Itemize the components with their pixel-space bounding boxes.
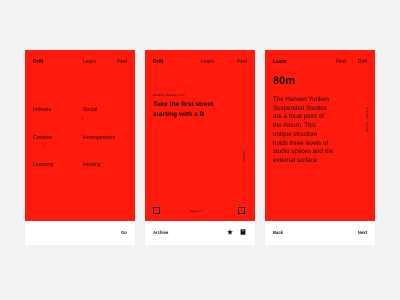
- direction-side-label: SOUTH: [242, 151, 245, 162]
- map-icon[interactable]: [240, 229, 246, 236]
- nav-find[interactable]: Find: [117, 59, 127, 65]
- screen-direction: Drift Learn Find Building | 30 Mins | 2 …: [145, 50, 255, 245]
- topic-learning[interactable]: Learning: [33, 162, 53, 168]
- description-line: external surface: [273, 156, 318, 164]
- footer-bar: Go: [25, 221, 135, 245]
- description-line: The Hansen Yunken: [273, 96, 329, 103]
- archive-button[interactable]: Archive: [153, 230, 168, 235]
- nav-learn[interactable]: Learn: [83, 59, 96, 65]
- location-side-label: ATRIUM · FLOOR: [365, 107, 368, 133]
- go-button[interactable]: Go: [121, 230, 127, 235]
- marker-dot: [82, 118, 84, 120]
- distance-value: 80m: [273, 75, 296, 87]
- description-line: unique structure: [273, 130, 318, 138]
- next-step-button[interactable]: ›: [238, 207, 245, 214]
- chevron-right-icon: ›: [240, 208, 243, 213]
- description-line: the Atrium. This: [273, 122, 316, 130]
- top-nav: Drift Learn Find: [153, 59, 247, 67]
- description-line: studio spaces and the: [273, 148, 334, 156]
- marker-dot: [44, 145, 46, 147]
- nav-find[interactable]: Find: [336, 59, 346, 65]
- route-meta: Building | 30 Mins | 2 Hr: [153, 93, 185, 97]
- footer-bar: Back Next: [265, 221, 375, 245]
- topic-intimate[interactable]: Intimate: [33, 107, 51, 113]
- topic-healing[interactable]: Healing: [83, 162, 101, 168]
- nav-drift[interactable]: Drift: [33, 59, 43, 65]
- nav-drift[interactable]: Drift: [358, 59, 367, 65]
- headline-line-2: starting with a B: [153, 111, 205, 118]
- chevron-left-icon: ‹: [155, 208, 158, 213]
- step-indicator: Step 4 / 7: [190, 209, 203, 213]
- nav-learn[interactable]: Learn: [273, 59, 287, 65]
- back-button[interactable]: Back: [273, 230, 283, 235]
- topic-homogenious[interactable]: Homogenious: [83, 135, 115, 141]
- screen-learn: Learn Find Drift 80m The Hansen Yunken S…: [265, 50, 375, 245]
- location-description: The Hansen Yunken Suspended Studios are …: [273, 96, 333, 166]
- nav-learn[interactable]: Learn: [201, 59, 214, 65]
- footer-bar: Archive: [145, 221, 255, 245]
- star-icon[interactable]: [227, 229, 233, 236]
- screen-drift: Drift Learn Find Intimate Social Creativ…: [25, 50, 135, 245]
- description-line: Suspended Studios: [273, 104, 327, 112]
- topic-social[interactable]: Social: [83, 107, 97, 113]
- prev-step-button[interactable]: ‹: [153, 207, 160, 214]
- nav-drift[interactable]: Drift: [153, 59, 163, 65]
- nav-find[interactable]: Find: [237, 59, 247, 65]
- description-line: holds three levels of: [273, 139, 329, 147]
- description-line: are a focal point of: [273, 113, 324, 121]
- next-button[interactable]: Next: [358, 230, 367, 235]
- headline-line-1: Take the first street: [153, 101, 214, 108]
- top-nav: Drift Learn Find: [33, 59, 127, 67]
- top-nav: Learn Find Drift: [273, 59, 367, 67]
- topic-creative[interactable]: Creative: [33, 135, 52, 141]
